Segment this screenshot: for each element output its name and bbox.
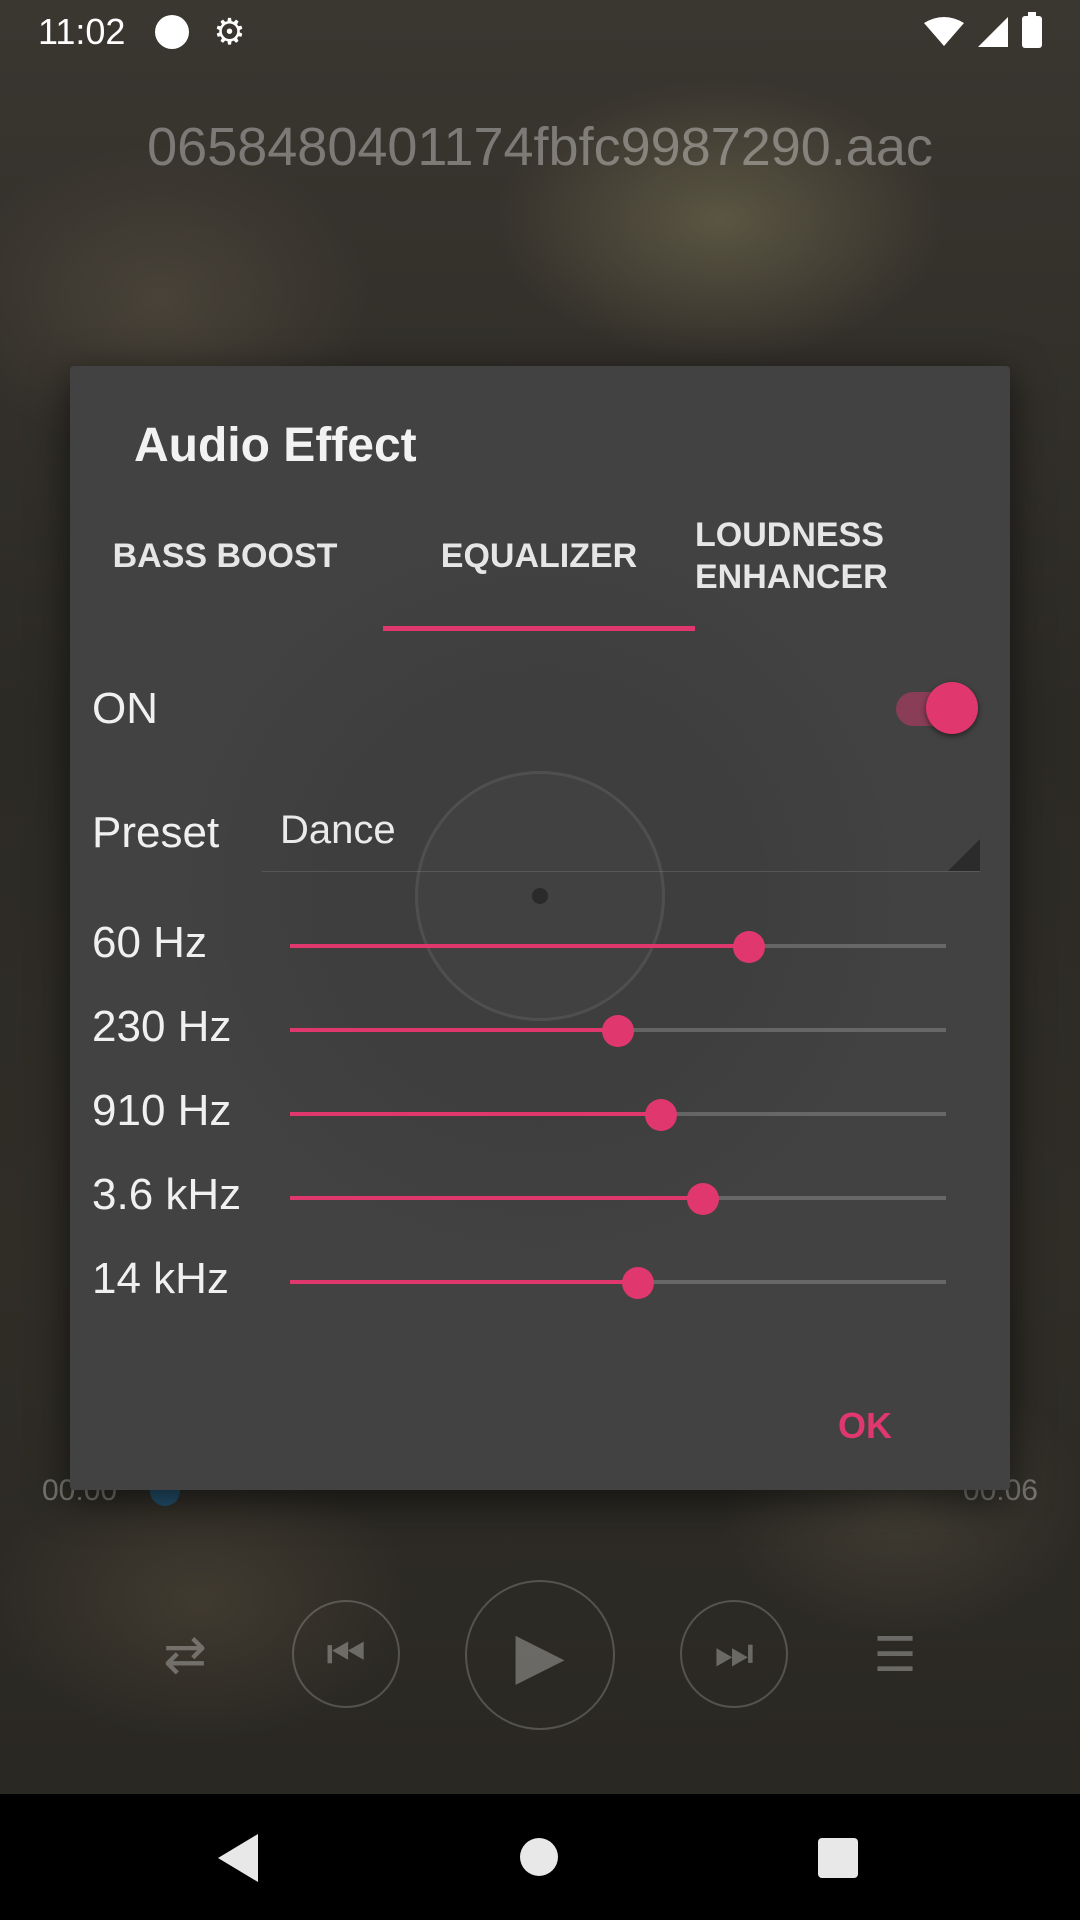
recents-icon[interactable] bbox=[818, 1838, 858, 1878]
play-button[interactable]: ▶ bbox=[465, 1580, 615, 1730]
band-row: 230 Hz bbox=[70, 988, 1010, 1072]
slider-thumb[interactable] bbox=[621, 1267, 654, 1299]
audio-effect-dialog: Audio Effect BASS BOOST EQUALIZER LOUDNE… bbox=[70, 366, 1010, 1490]
preset-label: Preset bbox=[92, 808, 220, 857]
track-title: 0658480401174fbfc9987290.aac bbox=[147, 117, 933, 177]
dropdown-arrow-icon bbox=[948, 839, 980, 871]
band-slider[interactable] bbox=[290, 1156, 946, 1240]
navigation-bar bbox=[0, 1794, 1080, 1920]
band-slider[interactable] bbox=[290, 1072, 946, 1156]
tab-bass-boost[interactable]: BASS BOOST bbox=[90, 506, 360, 606]
tab-indicator bbox=[383, 626, 695, 631]
equalizer-button[interactable]: ☰ bbox=[860, 1625, 930, 1685]
band-slider[interactable] bbox=[290, 904, 946, 988]
play-icon: ▶ bbox=[515, 1618, 565, 1691]
tab-equalizer[interactable]: EQUALIZER bbox=[383, 506, 695, 606]
wifi-icon bbox=[924, 17, 964, 46]
enabled-label: ON bbox=[92, 684, 158, 733]
slider-thumb[interactable] bbox=[733, 931, 766, 963]
home-icon[interactable] bbox=[520, 1838, 558, 1876]
slider-thumb[interactable] bbox=[687, 1183, 720, 1215]
toggle-thumb bbox=[926, 682, 978, 734]
band-row: 3.6 kHz bbox=[70, 1156, 1010, 1240]
band-row: 910 Hz bbox=[70, 1072, 1010, 1156]
dialog-title: Audio Effect bbox=[134, 419, 417, 472]
band-slider[interactable] bbox=[290, 1240, 946, 1324]
skip-previous-icon: ⏮ bbox=[326, 1629, 366, 1678]
band-label: 230 Hz bbox=[92, 1002, 232, 1051]
band-label: 14 kHz bbox=[92, 1254, 229, 1303]
back-icon[interactable] bbox=[218, 1834, 258, 1882]
slider-fill bbox=[290, 1196, 704, 1200]
band-label: 3.6 kHz bbox=[92, 1170, 242, 1219]
slider-fill bbox=[290, 1028, 618, 1032]
settings-gear-icon: ⚙ bbox=[213, 11, 246, 52]
battery-icon bbox=[1022, 12, 1042, 48]
slider-fill bbox=[290, 1280, 638, 1284]
slider-fill bbox=[290, 944, 750, 948]
playback-controls: ⇄ ⏮ ▶ ⏭ ☰ bbox=[0, 1580, 1080, 1730]
previous-button[interactable]: ⏮ bbox=[292, 1600, 400, 1708]
signal-icon bbox=[978, 17, 1008, 47]
status-bar: 11:02 ⚙ bbox=[0, 0, 1080, 64]
shuffle-icon: ⇄ bbox=[163, 1626, 207, 1684]
disc-hole bbox=[532, 888, 548, 904]
tab-loudness-enhancer[interactable]: LOUDNESS ENHANCER bbox=[695, 506, 995, 606]
notification-dot-icon bbox=[155, 15, 190, 49]
preset-dropdown[interactable]: Dance bbox=[262, 802, 980, 872]
band-slider[interactable] bbox=[290, 988, 946, 1072]
effect-tabs: BASS BOOST EQUALIZER LOUDNESS ENHANCER bbox=[70, 506, 1010, 606]
status-time: 11:02 bbox=[38, 11, 126, 52]
band-label: 60 Hz bbox=[92, 918, 207, 967]
tab-loudness-enhancer-label: LOUDNESS ENHANCER bbox=[695, 516, 888, 596]
shuffle-button[interactable]: ⇄ bbox=[150, 1625, 220, 1685]
equalizer-icon: ☰ bbox=[873, 1629, 917, 1682]
slider-thumb[interactable] bbox=[602, 1015, 634, 1047]
band-row: 60 Hz bbox=[70, 904, 1010, 988]
slider-thumb[interactable] bbox=[644, 1099, 677, 1131]
ok-button[interactable]: OK bbox=[800, 1396, 930, 1456]
next-button[interactable]: ⏭ bbox=[680, 1600, 788, 1708]
preset-value: Dance bbox=[280, 808, 396, 852]
band-label: 910 Hz bbox=[92, 1086, 232, 1135]
band-row: 14 kHz bbox=[70, 1240, 1010, 1324]
slider-fill bbox=[290, 1112, 661, 1116]
enabled-toggle[interactable] bbox=[896, 682, 978, 734]
skip-next-icon: ⏭ bbox=[714, 1629, 754, 1678]
